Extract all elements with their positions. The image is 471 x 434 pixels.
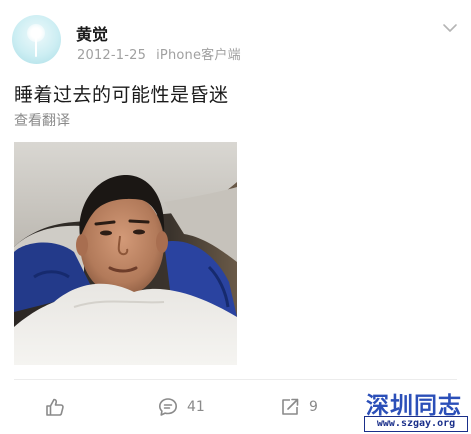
watermark-url: www.szgay.org <box>364 416 468 432</box>
chevron-down-icon[interactable] <box>441 20 459 36</box>
comment-button[interactable]: 41 <box>157 395 205 419</box>
post-date: 2012-1-25 <box>77 48 147 63</box>
action-bar-divider <box>14 379 457 380</box>
repost-button[interactable]: 9 <box>279 395 318 419</box>
share-arrow-icon <box>282 398 299 415</box>
post-text: 睡着过去的可能性是昏迷 <box>14 84 229 106</box>
author-name[interactable]: 黄觉 <box>76 21 108 45</box>
repost-count: 9 <box>309 399 318 415</box>
translate-link[interactable]: 查看翻译 <box>14 110 70 130</box>
comment-bubble-icon <box>159 398 177 416</box>
watermark: 深圳同志 www.szgay.org <box>362 388 468 432</box>
post-photo[interactable] <box>14 142 237 365</box>
like-button[interactable] <box>44 395 74 419</box>
photo-illustration <box>14 142 237 365</box>
post-meta: 2012-1-25 iPhone客户端 <box>77 44 251 63</box>
comment-count: 41 <box>187 399 205 415</box>
avatar[interactable] <box>12 15 61 64</box>
watermark-title: 深圳同志 <box>366 393 462 419</box>
thumbs-up-icon <box>46 398 64 416</box>
dandelion-puff <box>27 24 45 42</box>
post-source: iPhone客户端 <box>156 48 241 63</box>
